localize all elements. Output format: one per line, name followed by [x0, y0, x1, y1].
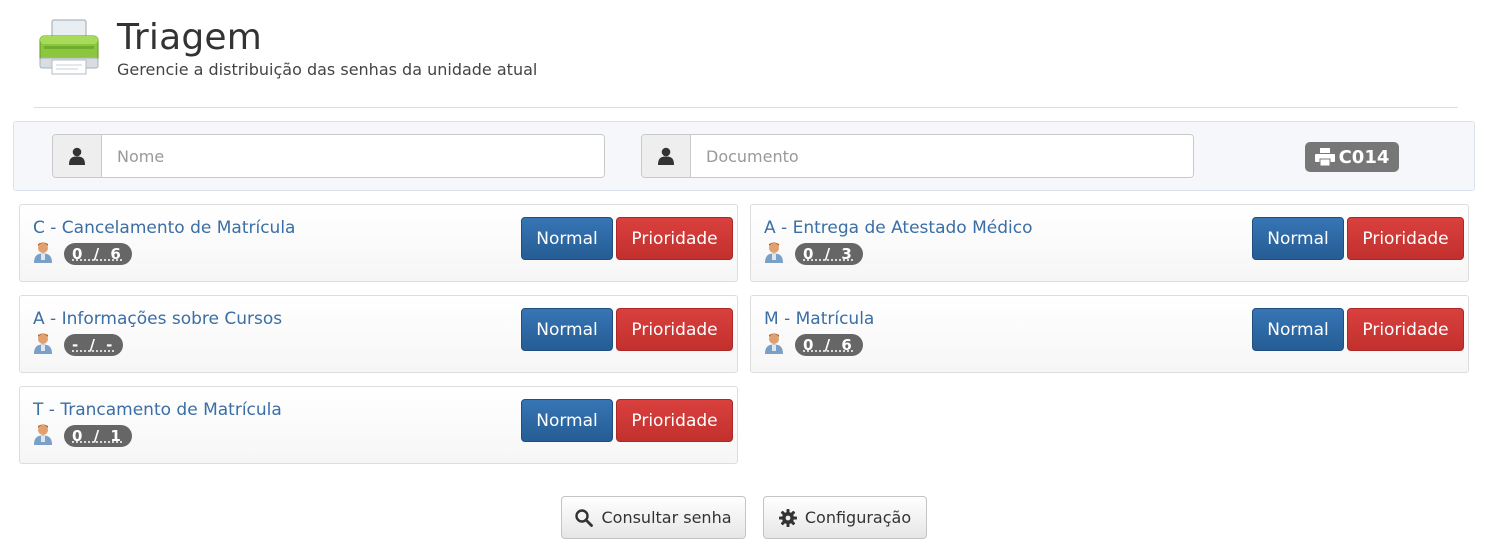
- document-input-group: [641, 134, 1194, 178]
- current-ticket-badge: C014: [1305, 142, 1399, 172]
- ticket-count-badge: - / -: [64, 334, 124, 356]
- service-title[interactable]: A - Informações sobre Cursos: [33, 309, 282, 329]
- priority-button[interactable]: Prioridade: [616, 399, 733, 442]
- ticket-count-badge: 0 / 1: [64, 425, 132, 447]
- service-title[interactable]: T - Trancamento de Matrícula: [33, 400, 282, 420]
- printer-icon: [39, 19, 99, 75]
- service-card: M - Matrícula 0 / 6 Normal Prioridade: [750, 295, 1469, 373]
- page-header: Triagem Gerencie a distribuição das senh…: [34, 14, 1458, 108]
- search-ticket-label: Consultar senha: [601, 508, 732, 527]
- attendant-icon: [34, 242, 52, 263]
- service-card: A - Entrega de Atestado Médico 0 / 3 Nor…: [750, 204, 1469, 282]
- print-icon: [1314, 148, 1335, 166]
- service-title[interactable]: C - Cancelamento de Matrícula: [33, 218, 295, 238]
- configuration-button[interactable]: Configuração: [763, 496, 927, 539]
- document-input[interactable]: [691, 135, 1193, 177]
- ticket-count-badge: 0 / 6: [64, 243, 132, 265]
- page-title: Triagem: [117, 17, 263, 58]
- ticket-count-badge: 0 / 6: [795, 334, 863, 356]
- search-ticket-button[interactable]: Consultar senha: [561, 496, 746, 539]
- ticket-number: C014: [1338, 146, 1390, 168]
- priority-button[interactable]: Prioridade: [616, 217, 733, 260]
- service-card: A - Informações sobre Cursos - / - Norma…: [19, 295, 738, 373]
- user-icon: [642, 135, 691, 177]
- priority-button[interactable]: Prioridade: [616, 308, 733, 351]
- name-input[interactable]: [102, 135, 604, 177]
- normal-button[interactable]: Normal: [1252, 217, 1344, 260]
- service-card: C - Cancelamento de Matrícula 0 / 6 Norm…: [19, 204, 738, 282]
- priority-button[interactable]: Prioridade: [1347, 217, 1464, 260]
- service-title[interactable]: A - Entrega de Atestado Médico: [764, 218, 1032, 238]
- priority-button[interactable]: Prioridade: [1347, 308, 1464, 351]
- name-input-group: [52, 134, 605, 178]
- service-title[interactable]: M - Matrícula: [764, 309, 874, 329]
- normal-button[interactable]: Normal: [521, 217, 613, 260]
- attendant-icon: [765, 333, 783, 354]
- ticket-count-badge: 0 / 3: [795, 243, 863, 265]
- configuration-label: Configuração: [804, 508, 912, 527]
- attendant-icon: [34, 333, 52, 354]
- attendant-icon: [765, 242, 783, 263]
- triage-form: C014: [13, 121, 1475, 191]
- normal-button[interactable]: Normal: [521, 308, 613, 351]
- normal-button[interactable]: Normal: [521, 399, 613, 442]
- normal-button[interactable]: Normal: [1252, 308, 1344, 351]
- attendant-icon: [34, 424, 52, 445]
- search-icon: [575, 508, 594, 527]
- page-subtitle: Gerencie a distribuição das senhas da un…: [117, 60, 538, 79]
- gear-icon: [778, 508, 797, 527]
- user-icon: [53, 135, 102, 177]
- service-card: T - Trancamento de Matrícula 0 / 1 Norma…: [19, 386, 738, 464]
